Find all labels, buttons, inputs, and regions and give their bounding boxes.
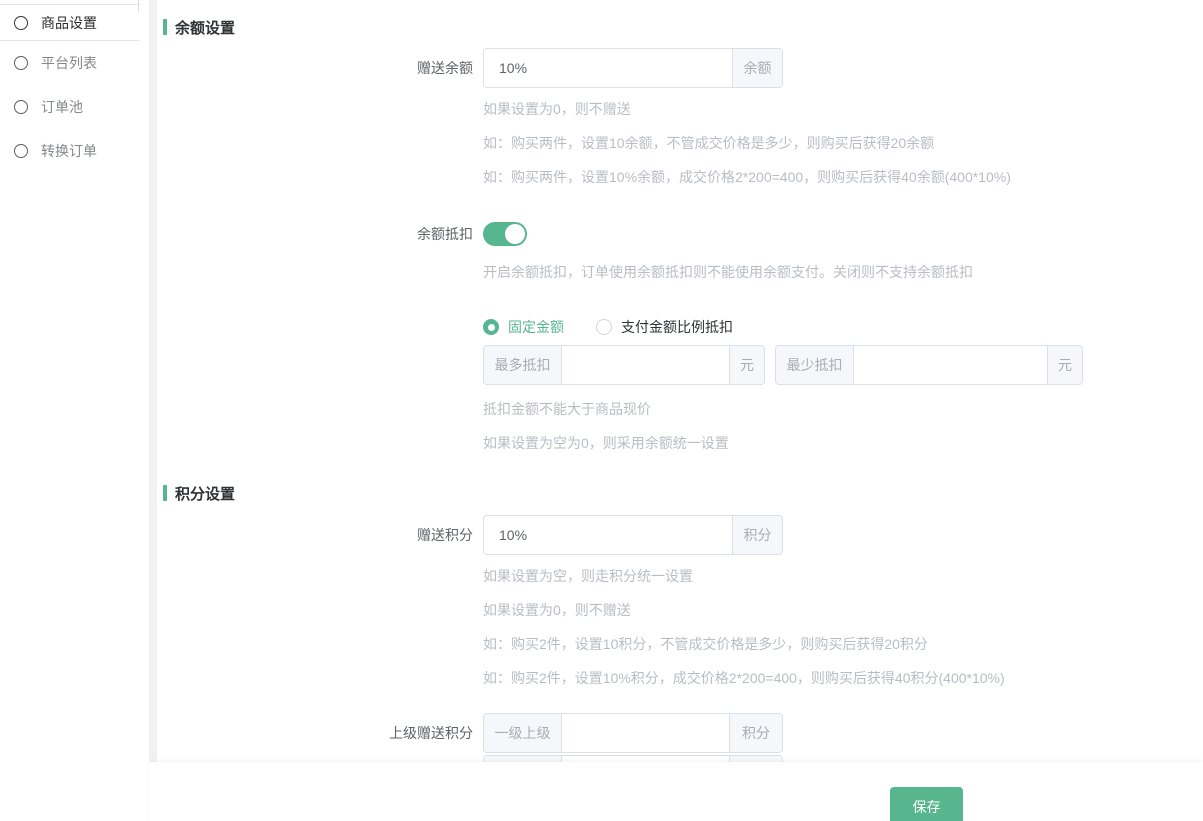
settings-form: 余额设置 赠送余额 余额 如果设置为0，则不赠送 如：购买两件，设置10余额，不… — [157, 0, 1203, 821]
radio-circle-icon — [14, 56, 28, 70]
max-deduct-input-group: 最多抵扣 元 — [483, 345, 765, 385]
gift-points-unit: 积分 — [732, 516, 782, 554]
sidebar-item-label: 商品设置 — [41, 13, 97, 33]
gift-points-input[interactable] — [484, 516, 732, 554]
gift-balance-input[interactable] — [484, 49, 732, 87]
tip-text: 如：购买两件，设置10%余额，成交价格2*200=400，则购买后获得40余额(… — [483, 169, 1011, 185]
section-title: 余额设置 — [175, 17, 235, 38]
toggle-knob — [505, 224, 525, 244]
sidebar-item-label: 订单池 — [41, 97, 83, 117]
balance-section-header: 余额设置 — [163, 19, 235, 35]
radio-circle-icon — [14, 16, 28, 30]
gift-balance-unit: 余额 — [732, 49, 782, 87]
min-deduct-unit: 元 — [1047, 346, 1082, 384]
balance-deduct-label: 余额抵扣 — [157, 222, 473, 246]
product-settings-page: 商品设置 平台列表 订单池 转换订单 余额设置 赠送余额 余额 如果设置为0 — [0, 0, 1203, 821]
radio-fixed-amount[interactable]: 固定金额 — [483, 317, 564, 337]
save-button[interactable]: 保存 — [890, 787, 963, 821]
min-deduct-label: 最少抵扣 — [776, 346, 854, 384]
min-deduct-input-group: 最少抵扣 元 — [775, 345, 1083, 385]
gift-balance-label: 赠送余额 — [157, 48, 473, 88]
section-accent-bar — [163, 19, 167, 35]
tip-text: 抵扣金额不能大于商品现价 — [483, 401, 729, 417]
deduct-mode-radio-group: 固定金额 支付金额比例抵扣 — [483, 317, 733, 337]
tip-text: 如果设置为0，则不赠送 — [483, 602, 1005, 618]
sidebar-item-convert-order[interactable]: 转换订单 — [0, 129, 149, 173]
min-deduct-input[interactable] — [854, 346, 1047, 384]
parent-level1-unit: 积分 — [729, 714, 782, 752]
parent-level1-label: 一级上级 — [484, 714, 562, 752]
radio-pay-ratio[interactable]: 支付金额比例抵扣 — [596, 317, 733, 337]
radio-circle-icon — [14, 144, 28, 158]
balance-deduct-toggle[interactable] — [483, 222, 527, 246]
tip-text: 如：购买2件，设置10积分，不管成交价格是多少，则购买后获得20积分 — [483, 636, 1005, 652]
radio-label: 支付金额比例抵扣 — [621, 317, 733, 337]
parent-points-label: 上级赠送积分 — [157, 713, 473, 753]
tip-text: 如果设置为空，则走积分统一设置 — [483, 568, 1005, 584]
sidebar-item-label: 平台列表 — [41, 53, 97, 73]
radio-selected-icon — [483, 319, 499, 335]
sidebar-item-label: 转换订单 — [41, 141, 97, 161]
sidebar-item-platform-list[interactable]: 平台列表 — [0, 41, 149, 85]
deduct-tips: 抵扣金额不能大于商品现价 如果设置为空为0，则采用余额统一设置 — [483, 401, 729, 469]
radio-circle-icon — [14, 100, 28, 114]
balance-deduct-tip: 开启余额抵扣，订单使用余额抵扣则不能使用余额支付。关闭则不支持余额抵扣 — [483, 264, 973, 280]
max-deduct-input[interactable] — [562, 346, 729, 384]
parent-level1-input[interactable] — [562, 714, 729, 752]
tip-text: 如果设置为0，则不赠送 — [483, 101, 1011, 117]
tip-text: 如：购买两件，设置10余额，不管成交价格是多少，则购买后获得20余额 — [483, 135, 1011, 151]
section-title: 积分设置 — [175, 483, 235, 504]
gift-points-label: 赠送积分 — [157, 515, 473, 555]
sidebar-content-divider — [149, 0, 157, 821]
parent-points-level1-group: 一级上级 积分 — [483, 713, 783, 753]
points-section-header: 积分设置 — [163, 485, 235, 501]
max-deduct-label: 最多抵扣 — [484, 346, 562, 384]
form-footer: 保存 — [149, 762, 1203, 821]
gift-balance-input-group: 余额 — [483, 48, 783, 88]
sidebar-item-order-pool[interactable]: 订单池 — [0, 85, 149, 129]
sidebar-item-product-settings[interactable]: 商品设置 — [0, 4, 140, 41]
gift-balance-tips: 如果设置为0，则不赠送 如：购买两件，设置10余额，不管成交价格是多少，则购买后… — [483, 101, 1011, 203]
tip-text: 如果设置为空为0，则采用余额统一设置 — [483, 435, 729, 451]
gift-points-tips: 如果设置为空，则走积分统一设置 如果设置为0，则不赠送 如：购买2件，设置10积… — [483, 568, 1005, 704]
max-deduct-unit: 元 — [729, 346, 764, 384]
section-accent-bar — [163, 485, 167, 501]
radio-unselected-icon — [596, 319, 612, 335]
tip-text: 如：购买2件，设置10%积分，成交价格2*200=400，则购买后获得40积分(… — [483, 670, 1005, 686]
gift-points-input-group: 积分 — [483, 515, 783, 555]
divider — [138, 0, 139, 12]
sidebar: 商品设置 平台列表 订单池 转换订单 — [0, 0, 149, 821]
radio-label: 固定金额 — [508, 317, 564, 337]
